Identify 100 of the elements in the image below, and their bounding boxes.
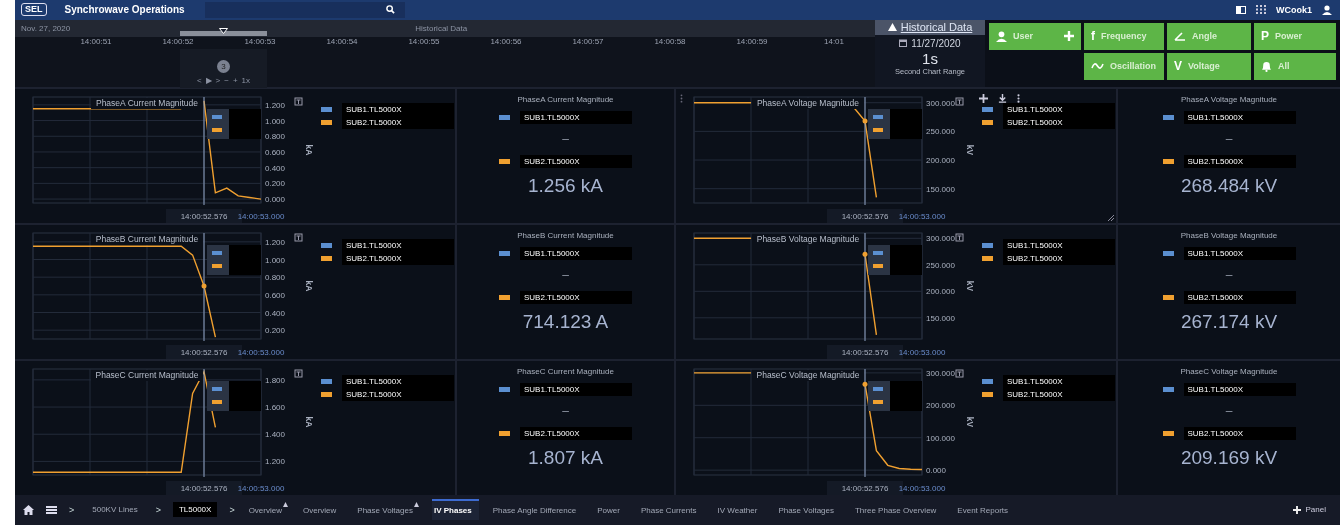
time-tick: 14:00:54 bbox=[325, 36, 359, 46]
box-icon[interactable] bbox=[294, 369, 303, 377]
box-icon[interactable] bbox=[955, 233, 964, 241]
legend-label[interactable]: SUB1.TL5000X bbox=[342, 238, 454, 252]
legend-label: SUB1.TL5000X bbox=[1183, 110, 1296, 124]
download-icon[interactable] bbox=[998, 93, 1007, 103]
end-time: 14:00:53.000 bbox=[237, 211, 285, 221]
legend-label[interactable]: SUB1.TL5000X bbox=[342, 374, 454, 388]
user-icon[interactable] bbox=[1322, 4, 1332, 15]
cursor-point bbox=[862, 251, 868, 257]
y-tick-label: 0.000 bbox=[926, 465, 947, 475]
cursor-line[interactable] bbox=[203, 232, 205, 341]
letter-icon: P bbox=[1261, 29, 1269, 44]
legend-label: SUB1.TL5000X bbox=[520, 110, 632, 124]
resize-handle-icon[interactable] bbox=[1108, 214, 1114, 221]
tab[interactable]: Overview bbox=[301, 499, 344, 521]
tab[interactable]: Phase Voltages bbox=[355, 499, 420, 521]
drag-handle-icon[interactable] bbox=[680, 93, 683, 103]
end-time: 14:00:53.000 bbox=[898, 211, 946, 221]
tab[interactable]: Phase Currents bbox=[638, 499, 704, 521]
x-tick-label: 14:00:52.576 bbox=[841, 347, 889, 357]
add-panel-button[interactable]: Panel bbox=[1286, 504, 1332, 516]
chart-title: PhaseB Voltage Magnitude bbox=[756, 233, 860, 244]
playback-speed[interactable]: 1x bbox=[241, 75, 251, 85]
playback-control[interactable]: + bbox=[232, 75, 238, 85]
grid-icon[interactable] bbox=[1256, 5, 1266, 15]
cursor-line[interactable] bbox=[864, 232, 866, 341]
y-tick-label: 0.600 bbox=[265, 290, 286, 300]
box-icon[interactable] bbox=[955, 97, 964, 105]
y-tick-label: 0.000 bbox=[265, 194, 286, 204]
layout-icon[interactable] bbox=[1236, 5, 1246, 14]
time-tick: 14:00:53 bbox=[243, 36, 277, 46]
readout-title: PhaseA Current Magnitude bbox=[517, 94, 614, 104]
breadcrumb-separator: > bbox=[155, 504, 161, 515]
cursor-line[interactable] bbox=[864, 96, 866, 205]
chart-title: PhaseA Current Magnitude bbox=[95, 97, 199, 108]
playback-control[interactable]: ▶ bbox=[205, 75, 212, 85]
cursor-line[interactable] bbox=[864, 368, 866, 477]
separator-dash: – bbox=[1225, 267, 1233, 282]
more-icon[interactable] bbox=[1017, 93, 1020, 103]
search-icon[interactable] bbox=[385, 5, 395, 15]
tab[interactable]: Overview bbox=[246, 499, 289, 521]
breadcrumb-separator: > bbox=[69, 504, 75, 515]
tab[interactable]: Phase Voltages bbox=[776, 499, 841, 521]
tab[interactable]: IV Weather bbox=[715, 499, 765, 521]
letter-icon: V bbox=[1174, 59, 1182, 74]
cursor-point bbox=[862, 118, 868, 124]
tab[interactable]: Three Phase Overview bbox=[853, 499, 944, 521]
y-tick-label: 0.400 bbox=[265, 308, 286, 317]
logo[interactable]: SEL bbox=[21, 3, 47, 17]
tab[interactable]: Event Reports bbox=[955, 499, 1016, 521]
x-tick-label: 14:00:52.576 bbox=[841, 211, 889, 221]
breadcrumb-link[interactable]: TL5000X bbox=[172, 502, 218, 518]
time-tick: 14:00:52 bbox=[161, 36, 195, 46]
y-tick-label: 1.600 bbox=[265, 402, 286, 412]
y-tick-label: 200.000 bbox=[926, 155, 955, 165]
end-time: 14:00:53.000 bbox=[898, 483, 946, 493]
selection-window[interactable] bbox=[180, 30, 267, 36]
tab[interactable]: Phase Angle Difference bbox=[490, 499, 584, 521]
tab[interactable]: IV Phases bbox=[431, 499, 479, 521]
box-icon[interactable] bbox=[294, 97, 303, 105]
home-icon[interactable] bbox=[23, 504, 34, 515]
list-icon[interactable] bbox=[46, 505, 57, 514]
tab[interactable]: Power bbox=[595, 499, 627, 521]
calendar-icon bbox=[899, 39, 908, 48]
legend-label[interactable]: SUB1.TL5000X bbox=[342, 102, 454, 116]
time-tick: 14:00:58 bbox=[653, 36, 687, 46]
legend-label[interactable]: SUB1.TL5000X bbox=[1003, 374, 1115, 388]
y-tick-label: 200.000 bbox=[926, 400, 955, 410]
playback-control[interactable]: > bbox=[215, 75, 221, 85]
search-field[interactable] bbox=[204, 1, 405, 18]
timeline[interactable]: Nov. 27, 2020 Historical Data 14:00:51 14:00:52 14:00:53 14:00:54 14:00:55 14:00:56 14:00:57 14:00:58 14:00:59 14:01 3 < ▶ > − + 1x bbox=[15, 19, 875, 87]
breadcrumb-link[interactable]: 500KV Lines bbox=[86, 502, 144, 518]
time-tick: 14:01 bbox=[823, 36, 845, 46]
legend-label: SUB2.TL5000X bbox=[1183, 154, 1296, 168]
box-icon[interactable] bbox=[294, 233, 303, 241]
legend-label: SUB1.TL5000X bbox=[520, 382, 632, 396]
letter-icon: f bbox=[1091, 29, 1095, 44]
separator-dash: – bbox=[1225, 403, 1233, 418]
legend-label[interactable]: SUB1.TL5000X bbox=[1003, 238, 1115, 252]
breadcrumb-separator: > bbox=[229, 504, 235, 515]
playback-control[interactable]: < bbox=[196, 75, 202, 85]
box-icon[interactable] bbox=[955, 369, 964, 377]
readout-title: PhaseC Voltage Magnitude bbox=[1180, 366, 1278, 376]
plus-icon bbox=[1292, 505, 1301, 514]
legend-label: SUB1.TL5000X bbox=[1183, 246, 1296, 260]
user-icon bbox=[996, 30, 1007, 42]
plus-icon[interactable] bbox=[979, 93, 988, 103]
chart-title: PhaseA Voltage Magnitude bbox=[756, 97, 860, 108]
y-tick-label: 0.800 bbox=[265, 131, 286, 141]
cursor-point bbox=[862, 381, 868, 387]
y-tick-label: 250.000 bbox=[926, 260, 955, 270]
warning-icon bbox=[887, 23, 897, 32]
add-icon[interactable] bbox=[1064, 31, 1074, 42]
y-tick-label: 0.400 bbox=[265, 163, 286, 173]
y-tick-label: 1.200 bbox=[265, 100, 286, 110]
playback-control[interactable]: − bbox=[224, 75, 229, 85]
handle-icon[interactable] bbox=[219, 27, 228, 34]
user-name[interactable]: WCook1 bbox=[1276, 4, 1312, 15]
legend-label[interactable]: SUB1.TL5000X bbox=[1003, 102, 1115, 116]
